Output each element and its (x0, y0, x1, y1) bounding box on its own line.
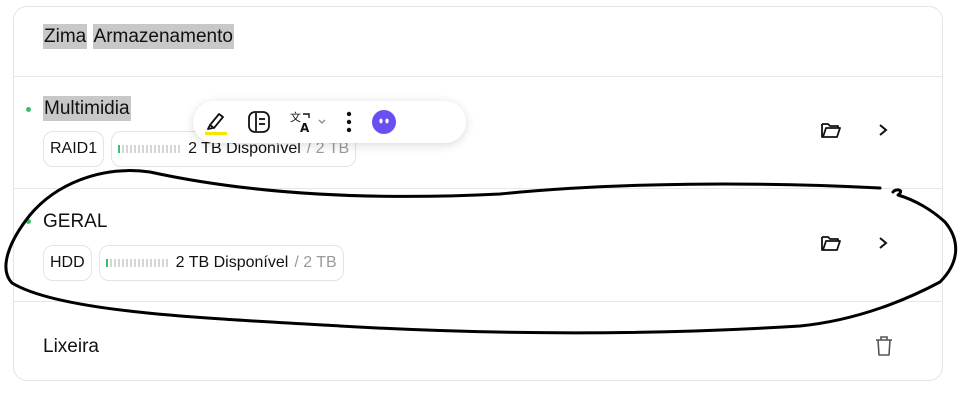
status-dot (26, 219, 31, 224)
storage-chips: HDD 2 TB Disponível / 2 TB (43, 245, 344, 281)
more-vertical-icon[interactable] (345, 107, 353, 137)
assistant-face-icon[interactable] (371, 107, 397, 137)
trash-row[interactable]: Lixeira (14, 301, 942, 380)
capacity-bar (105, 259, 168, 267)
highlighter-icon[interactable] (203, 107, 229, 137)
storage-card: Zima Armazenamento Multimidia RAID1 2 TB… (13, 6, 943, 381)
chevron-right-icon[interactable] (872, 119, 894, 141)
section-title-word-2: Armazenamento (92, 24, 234, 49)
chevron-right-icon[interactable] (872, 232, 894, 254)
storage-type-chip: HDD (43, 245, 92, 281)
storage-row-multimidia[interactable]: Multimidia RAID1 2 TB Disponível / 2 TB (14, 76, 942, 189)
capacity-available: 2 TB Disponível (175, 254, 289, 271)
selection-toolbar: 文 A (193, 101, 466, 143)
section-title: Zima Armazenamento (43, 24, 234, 49)
translate-icon[interactable]: 文 A (289, 107, 327, 137)
status-dot (26, 107, 31, 112)
storage-name: GERAL (43, 211, 108, 232)
row-actions (820, 119, 894, 141)
capacity-bar (118, 145, 181, 153)
storage-type-chip: RAID1 (43, 131, 105, 167)
capacity-total: / 2 TB (294, 254, 337, 271)
folder-open-icon[interactable] (820, 119, 842, 141)
storage-row-geral[interactable]: GERAL HDD 2 TB Disponível / 2 TB (14, 188, 942, 302)
capacity-chip: 2 TB Disponível / 2 TB (98, 245, 344, 281)
section-header: Zima Armazenamento (14, 7, 942, 77)
trash-label: Lixeira (43, 336, 99, 357)
reader-view-icon[interactable] (247, 107, 271, 137)
svg-text:A: A (300, 121, 310, 135)
row-actions (820, 232, 894, 254)
section-title-word-1: Zima (43, 24, 88, 49)
folder-open-icon[interactable] (820, 232, 842, 254)
storage-name: Multimidia (43, 96, 131, 121)
trash-icon[interactable] (873, 335, 895, 357)
